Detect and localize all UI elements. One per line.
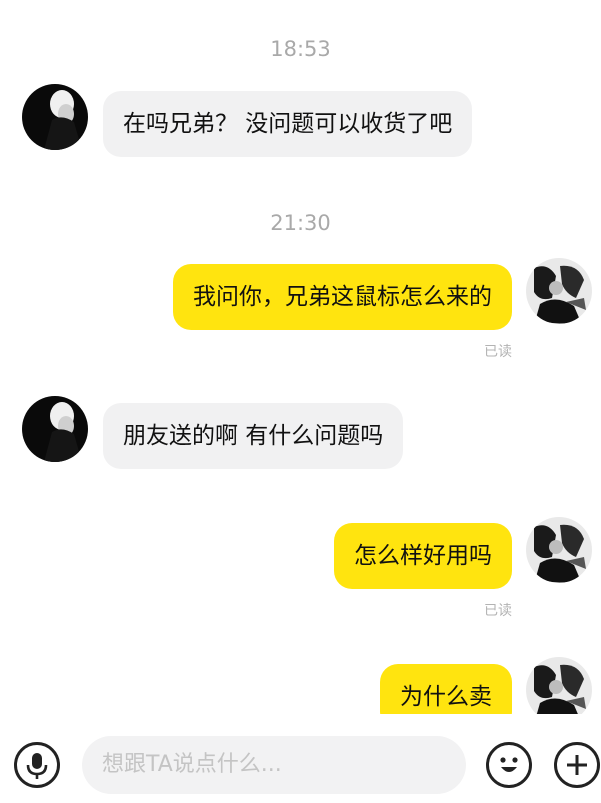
message-bubble-outgoing[interactable]: 我问你，兄弟这鼠标怎么来的 [173,264,512,330]
contact-avatar[interactable] [22,84,88,150]
composer-bar: 想跟TA说点什么... [0,728,601,803]
timestamp: 21:30 [270,211,331,235]
microphone-icon[interactable] [14,742,60,788]
my-avatar[interactable] [526,258,592,324]
my-avatar[interactable] [526,517,592,583]
message-input[interactable]: 想跟TA说点什么... [82,736,466,794]
timestamp: 18:53 [270,37,331,61]
emoji-icon[interactable] [486,742,532,788]
plus-icon[interactable] [554,742,600,788]
read-status: 已读 [484,603,512,619]
message-bubble-outgoing[interactable]: 怎么样好用吗 [334,523,512,589]
message-bubble-incoming[interactable]: 在吗兄弟？ 没问题可以收货了吧 [103,91,473,157]
divider [0,714,601,728]
contact-avatar[interactable] [22,396,88,462]
read-status: 已读 [484,344,512,360]
message-bubble-incoming[interactable]: 朋友送的啊 有什么问题吗 [103,403,404,469]
